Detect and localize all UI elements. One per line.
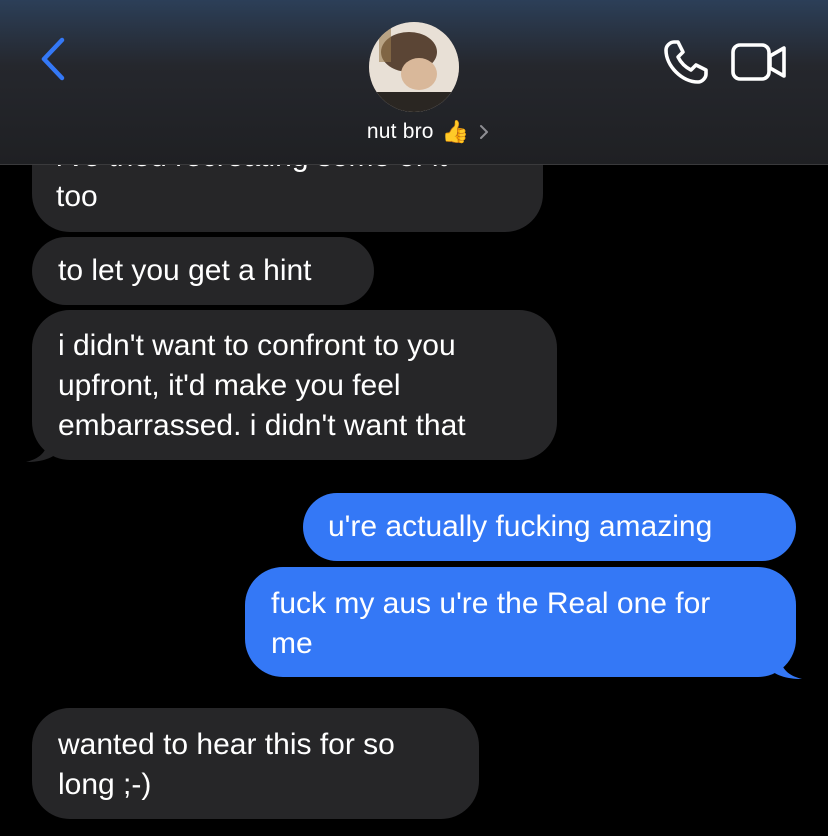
received-message-bubble[interactable]: wanted to hear this for so long ;-) — [32, 708, 479, 819]
contact-avatar[interactable] — [369, 22, 459, 112]
avatar-photo — [369, 22, 459, 112]
conversation-header: nut bro 👍 — [0, 0, 828, 165]
video-call-button[interactable] — [730, 36, 788, 88]
message-line: to let you get a hint — [58, 254, 312, 287]
chevron-right-icon — [480, 125, 489, 139]
contact-name-row[interactable]: nut bro 👍 — [0, 120, 828, 144]
thumbs-up-icon: 👍 — [441, 119, 470, 144]
message-line: i didn't want to confront to you — [58, 329, 456, 362]
audio-call-button[interactable] — [660, 36, 712, 88]
phone-icon — [664, 40, 708, 84]
message-line: wanted to hear this for so — [58, 728, 395, 761]
message-line: upfront, it'd make you feel — [58, 369, 401, 402]
message-line: u're actually fucking amazing — [328, 510, 713, 543]
message-line: embarrassed. i didn't want that — [58, 409, 466, 442]
contact-name: nut bro — [366, 120, 434, 143]
bubble-tail — [768, 653, 802, 679]
message-line: long ;-) — [58, 768, 152, 801]
back-button[interactable] — [30, 34, 80, 84]
chevron-left-icon — [41, 37, 65, 81]
message-line: too — [56, 180, 98, 213]
received-message-bubble[interactable]: i didn't want to confront to you upfront… — [32, 310, 557, 460]
video-camera-icon — [731, 43, 786, 81]
sent-message-bubble[interactable]: u're actually fucking amazing — [303, 493, 796, 561]
message-line: me — [271, 627, 313, 660]
message-line: fuck my aus u're the Real one for — [271, 587, 711, 620]
sent-message-bubble[interactable]: fuck my aus u're the Real one for me — [245, 567, 796, 677]
bubble-tail — [26, 436, 60, 462]
received-message-bubble[interactable]: to let you get a hint — [32, 237, 374, 305]
